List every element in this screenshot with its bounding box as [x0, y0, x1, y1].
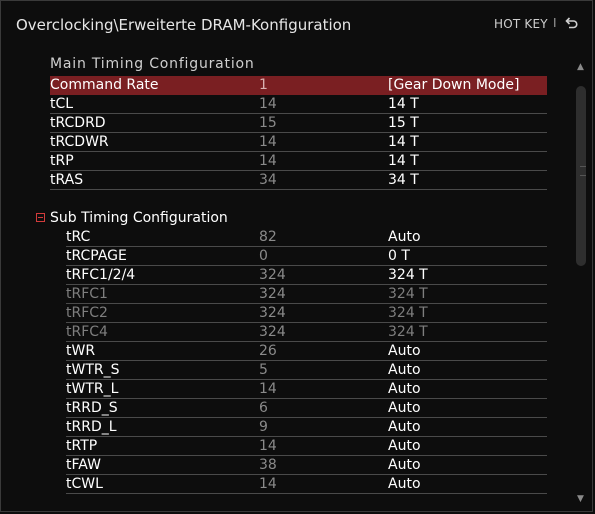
- setting-row[interactable]: tRRD_S 6 Auto: [66, 399, 547, 418]
- setting-value[interactable]: Auto: [388, 361, 421, 380]
- setting-name: tRC: [66, 229, 91, 245]
- title-separator: I: [553, 16, 557, 30]
- row-divider: [50, 189, 547, 190]
- collapse-minus-icon[interactable]: [36, 213, 45, 222]
- setting-current-value: 324: [259, 286, 286, 302]
- setting-value[interactable]: 14 T: [388, 95, 419, 114]
- setting-current-value: 82: [259, 229, 277, 245]
- setting-current-value: 14: [259, 134, 277, 150]
- setting-row[interactable]: tRFC2 324 324 T: [66, 304, 547, 323]
- setting-name: tRRD_S: [66, 400, 118, 416]
- setting-name: tRCPAGE: [66, 248, 127, 264]
- setting-row[interactable]: tWTR_S 5 Auto: [66, 361, 547, 380]
- setting-value[interactable]: 324 T: [388, 285, 428, 304]
- setting-row[interactable]: tWTR_L 14 Auto: [66, 380, 547, 399]
- setting-name: tRFC2: [66, 305, 108, 321]
- setting-row[interactable]: tRFC4 324 324 T: [66, 323, 547, 342]
- setting-row[interactable]: tRFC1 324 324 T: [66, 285, 547, 304]
- setting-current-value: 0: [259, 248, 268, 264]
- setting-row[interactable]: tRCDRD 15 15 T: [50, 114, 547, 133]
- setting-name: tCWL: [66, 476, 103, 492]
- setting-row[interactable]: tCL 14 14 T: [50, 95, 547, 114]
- setting-value[interactable]: Auto: [388, 380, 421, 399]
- setting-row[interactable]: tRC 82 Auto: [66, 228, 547, 247]
- setting-current-value: 5: [259, 362, 268, 378]
- setting-value[interactable]: Auto: [388, 418, 421, 437]
- setting-row[interactable]: tRCDWR 14 14 T: [50, 133, 547, 152]
- scrollbar[interactable]: ▲ ▼: [574, 60, 588, 506]
- row-divider: [66, 493, 547, 494]
- setting-name: tRAS: [50, 172, 84, 188]
- setting-name: tWR: [66, 343, 96, 359]
- setting-current-value: 14: [259, 476, 277, 492]
- setting-name: tWTR_S: [66, 362, 120, 378]
- setting-value[interactable]: 14 T: [388, 152, 419, 171]
- setting-name: tCL: [50, 96, 74, 112]
- setting-value[interactable]: 324 T: [388, 266, 428, 285]
- setting-value[interactable]: Auto: [388, 228, 421, 247]
- setting-value[interactable]: 34 T: [388, 171, 419, 190]
- setting-value[interactable]: Auto: [388, 437, 421, 456]
- setting-name: tFAW: [66, 457, 101, 473]
- setting-current-value: 1: [259, 77, 268, 93]
- setting-value[interactable]: [Gear Down Mode]: [388, 76, 519, 95]
- setting-current-value: 324: [259, 305, 286, 321]
- setting-current-value: 6: [259, 400, 268, 416]
- setting-current-value: 14: [259, 153, 277, 169]
- setting-name: tRFC1: [66, 286, 108, 302]
- setting-current-value: 9: [259, 419, 268, 435]
- setting-name: tRTP: [66, 438, 98, 454]
- setting-name: Command Rate: [50, 77, 159, 93]
- hotkey-button[interactable]: HOT KEY: [494, 17, 548, 31]
- setting-value[interactable]: Auto: [388, 399, 421, 418]
- setting-current-value: 324: [259, 267, 286, 283]
- setting-value[interactable]: 15 T: [388, 114, 419, 133]
- setting-row[interactable]: tRRD_L 9 Auto: [66, 418, 547, 437]
- setting-value[interactable]: 14 T: [388, 133, 419, 152]
- setting-name: tRP: [50, 153, 74, 169]
- setting-row[interactable]: tCWL 14 Auto: [66, 475, 547, 494]
- setting-value[interactable]: 0 T: [388, 247, 410, 266]
- setting-value[interactable]: Auto: [388, 475, 421, 494]
- setting-current-value: 26: [259, 343, 277, 359]
- setting-current-value: 14: [259, 96, 277, 112]
- setting-current-value: 14: [259, 381, 277, 397]
- setting-row[interactable]: tWR 26 Auto: [66, 342, 547, 361]
- setting-value[interactable]: 324 T: [388, 304, 428, 323]
- scroll-grip-icon: [580, 166, 586, 176]
- setting-value[interactable]: 324 T: [388, 323, 428, 342]
- setting-name: tRCDRD: [50, 115, 106, 131]
- setting-name: tRCDWR: [50, 134, 109, 150]
- setting-value[interactable]: Auto: [388, 342, 421, 361]
- setting-name: tWTR_L: [66, 381, 119, 397]
- setting-row[interactable]: tFAW 38 Auto: [66, 456, 547, 475]
- setting-current-value: 38: [259, 457, 277, 473]
- setting-current-value: 324: [259, 324, 286, 340]
- setting-current-value: 34: [259, 172, 277, 188]
- setting-current-value: 15: [259, 115, 277, 131]
- setting-row[interactable]: Command Rate 1 [Gear Down Mode]: [50, 76, 547, 95]
- title-bar: Overclocking\Erweiterte DRAM-Konfigurati…: [0, 0, 595, 50]
- main-timing-heading: Main Timing Configuration: [50, 56, 255, 72]
- scroll-down-icon[interactable]: ▼: [577, 494, 584, 504]
- sub-timing-heading: Sub Timing Configuration: [50, 210, 228, 226]
- setting-current-value: 14: [259, 438, 277, 454]
- setting-row[interactable]: tRCPAGE 0 0 T: [66, 247, 547, 266]
- setting-name: tRFC4: [66, 324, 108, 340]
- setting-name: tRRD_L: [66, 419, 117, 435]
- breadcrumb: Overclocking\Erweiterte DRAM-Konfigurati…: [16, 16, 352, 34]
- back-arrow-icon[interactable]: [565, 17, 578, 30]
- setting-row[interactable]: tRFC1/2/4 324 324 T: [66, 266, 547, 285]
- scroll-thumb[interactable]: [576, 86, 586, 266]
- setting-value[interactable]: Auto: [388, 456, 421, 475]
- setting-name: tRFC1/2/4: [66, 267, 136, 283]
- setting-row[interactable]: tRAS 34 34 T: [50, 171, 547, 190]
- setting-row[interactable]: tRP 14 14 T: [50, 152, 547, 171]
- setting-row[interactable]: tRTP 14 Auto: [66, 437, 547, 456]
- scroll-up-icon[interactable]: ▲: [577, 62, 584, 72]
